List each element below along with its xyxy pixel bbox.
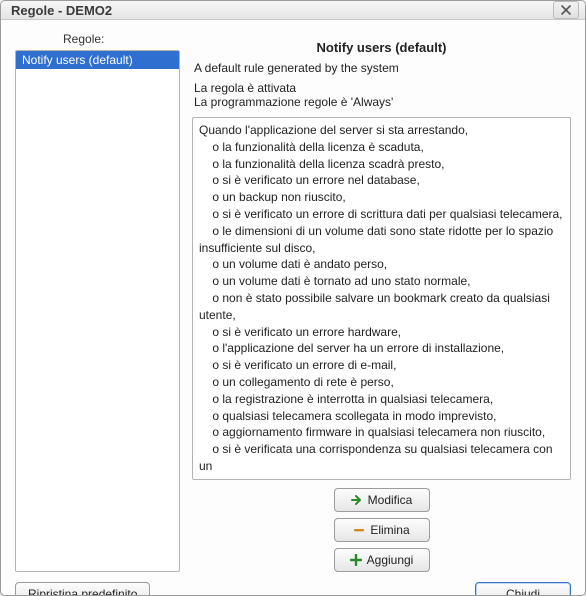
rule-description: A default rule generated by the system <box>192 61 571 81</box>
close-button-label: Chiudi <box>506 587 540 596</box>
right-column: Notify users (default) A default rule ge… <box>192 30 571 572</box>
window-title: Regole - DEMO2 <box>11 3 553 18</box>
dialog-window: Regole - DEMO2 Regole: Notify users (def… <box>0 0 586 596</box>
rule-title: Notify users (default) <box>192 30 571 61</box>
add-button-label: Aggiungi <box>367 553 414 567</box>
modify-button[interactable]: Modifica <box>334 488 430 512</box>
columns: Regole: Notify users (default) Notify us… <box>15 30 571 572</box>
close-button[interactable]: Chiudi <box>475 582 571 596</box>
action-buttons: Modifica Elimina Aggiungi <box>192 480 571 572</box>
delete-button-label: Elimina <box>370 523 409 537</box>
restore-defaults-button[interactable]: Ripristina predefinito <box>15 582 150 596</box>
rule-list-item[interactable]: Notify users (default) <box>16 51 179 69</box>
rule-status: La regola è attivata <box>192 81 571 95</box>
rule-conditions-textbox[interactable]: Quando l'applicazione del server si sta … <box>192 117 571 480</box>
restore-defaults-label: Ripristina predefinito <box>28 587 137 596</box>
footer: Ripristina predefinito Chiudi <box>15 572 571 596</box>
rule-conditions-wrap: Quando l'applicazione del server si sta … <box>192 117 571 480</box>
add-button[interactable]: Aggiungi <box>334 548 430 572</box>
delete-button[interactable]: Elimina <box>334 518 430 542</box>
close-icon[interactable] <box>553 1 579 19</box>
modify-button-label: Modifica <box>368 493 413 507</box>
rule-schedule: La programmazione regole è 'Always' <box>192 95 571 117</box>
rules-label: Regole: <box>15 30 180 50</box>
left-column: Regole: Notify users (default) <box>15 30 180 572</box>
minus-icon <box>353 524 365 536</box>
rules-listbox[interactable]: Notify users (default) <box>15 50 180 572</box>
plus-icon <box>350 554 362 566</box>
arrow-right-icon <box>351 494 363 506</box>
titlebar: Regole - DEMO2 <box>1 1 585 20</box>
dialog-body: Regole: Notify users (default) Notify us… <box>1 20 585 596</box>
